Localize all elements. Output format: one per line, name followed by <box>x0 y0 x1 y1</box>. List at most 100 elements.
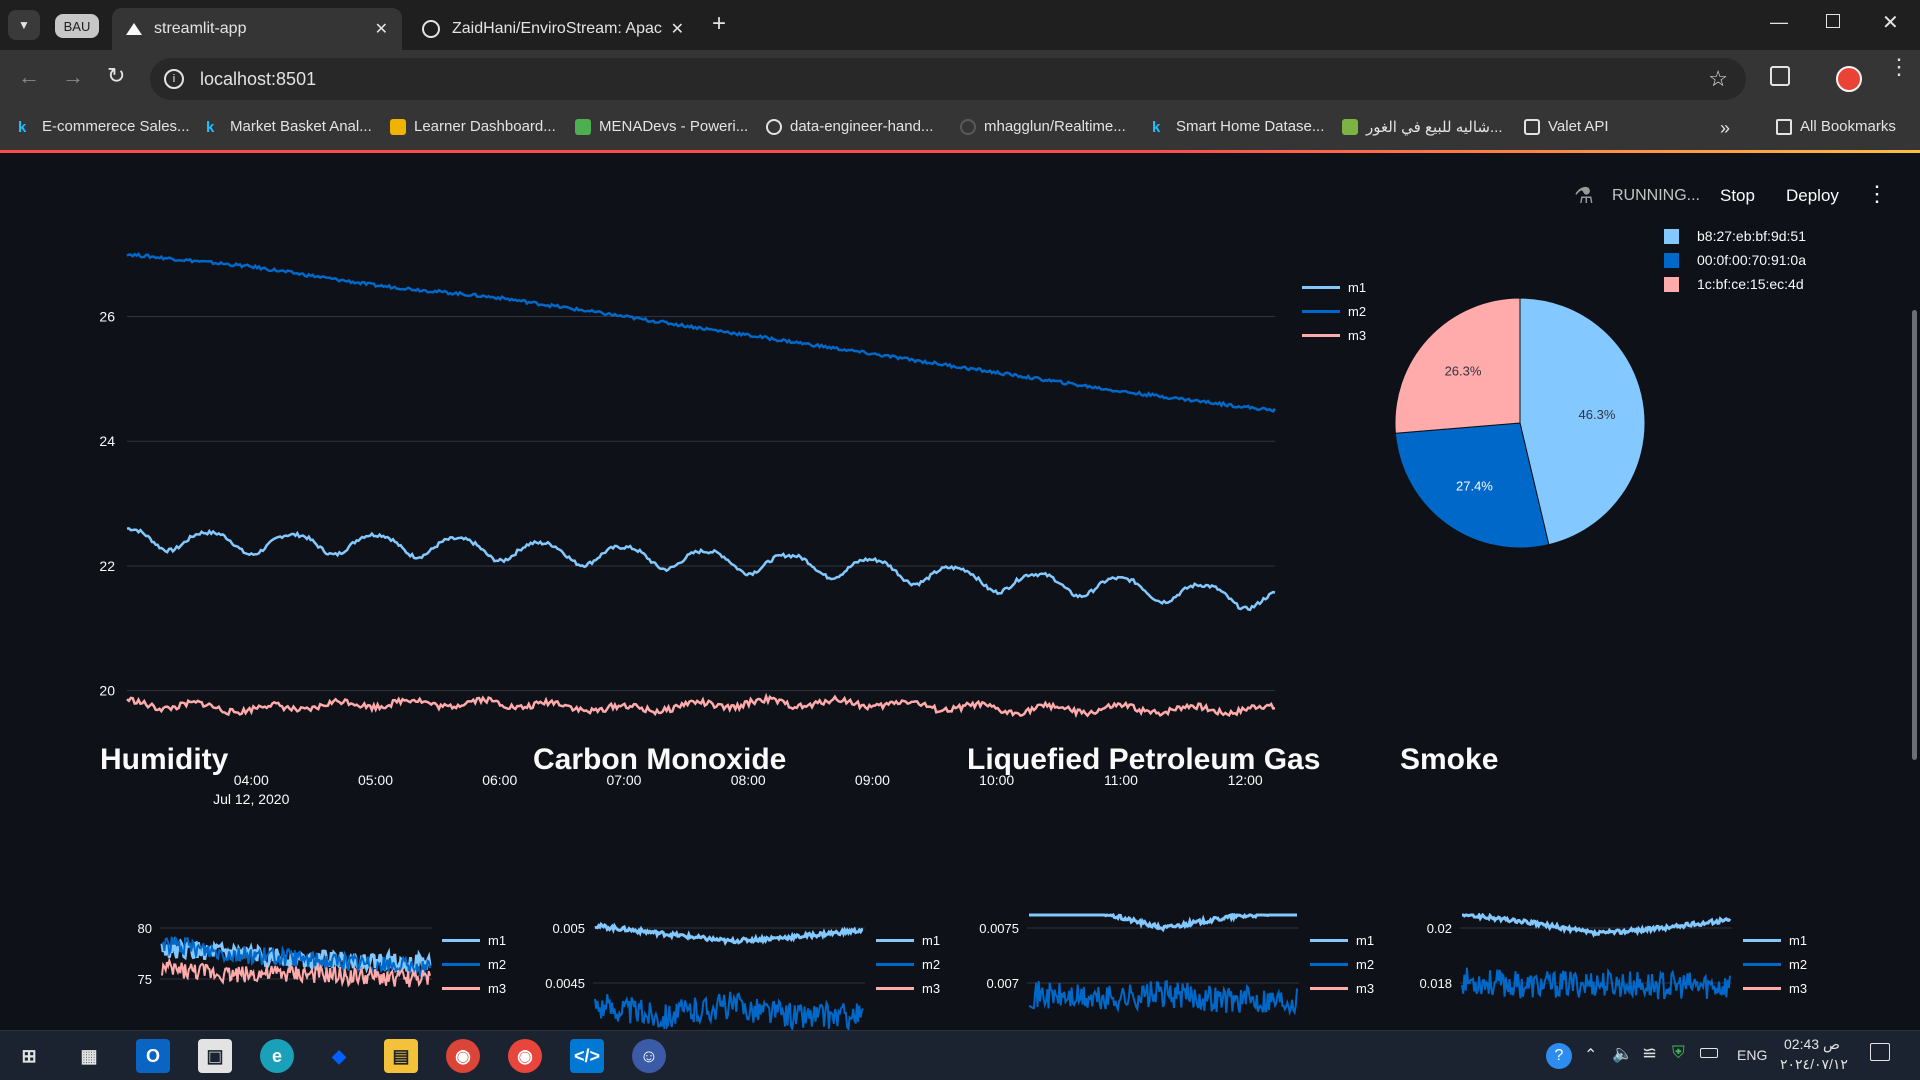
carbon-monoxide-legend: m1 m2 m3 <box>876 928 940 1000</box>
all-bookmarks-button[interactable]: All Bookmarks <box>1776 118 1896 135</box>
legend-swatch <box>1302 285 1340 289</box>
series-line-m2 <box>594 991 864 1030</box>
file-explorer-icon[interactable]: ▤ <box>384 1039 418 1073</box>
language-indicator[interactable]: ENG <box>1737 1047 1767 1063</box>
y-tick-label: 0.02 <box>1427 921 1452 936</box>
legend-m1[interactable]: m1 <box>876 928 940 952</box>
close-window-button[interactable]: ✕ <box>1882 10 1899 35</box>
edge-icon[interactable]: e <box>260 1039 294 1073</box>
smoke-chart: 0.02 0.018 <box>1419 913 1732 1000</box>
outlook-icon[interactable]: O <box>136 1039 170 1073</box>
bookmark-item[interactable]: Valet API <box>1524 118 1609 135</box>
x-tick-label: 05:00 <box>358 772 393 788</box>
device-pie-chart: 46.3% 27.4% 26.3% <box>1394 297 1646 549</box>
new-tab-button[interactable]: + <box>712 10 726 38</box>
app-icon[interactable]: ☺ <box>632 1039 666 1073</box>
bookmark-label: شاليه للبيع في الغور... <box>1366 119 1503 136</box>
legend-m2[interactable]: m2 <box>442 952 506 976</box>
security-icon[interactable]: ⛨ <box>1672 1043 1685 1063</box>
battery-icon[interactable] <box>1700 1048 1718 1058</box>
store-icon[interactable]: ▣ <box>198 1039 232 1073</box>
legend-m3[interactable]: m3 <box>442 976 506 1000</box>
more-bookmarks-icon[interactable]: » <box>1720 118 1730 139</box>
back-icon[interactable]: ← <box>18 64 40 90</box>
y-tick-label: 75 <box>138 972 152 987</box>
tab-github[interactable]: ZaidHani/EnviroStream: Apache ✕ <box>408 8 698 50</box>
kaggle-icon: k <box>206 118 215 136</box>
extensions-icon[interactable] <box>1770 66 1790 86</box>
bookmark-item[interactable]: k E-commerece Sales... <box>18 118 190 136</box>
minimize-button[interactable]: — <box>1770 12 1788 33</box>
legend-m3[interactable]: m3 <box>1310 976 1374 1000</box>
legend-m2[interactable]: m2 <box>1310 952 1374 976</box>
legend-label: m2 <box>922 956 941 972</box>
notifications-icon[interactable] <box>1870 1043 1890 1061</box>
legend-m1[interactable]: m1 <box>442 928 506 952</box>
pie-legend-item[interactable]: 1c:bf:ce:15:ec:4d <box>1664 272 1806 296</box>
bookmark-item[interactable]: data-engineer-hand... <box>766 118 933 135</box>
main-menu-icon[interactable]: ⋮ <box>1866 181 1888 207</box>
dropbox-icon[interactable]: ◆ <box>322 1039 356 1073</box>
vscode-icon[interactable]: </> <box>570 1039 604 1073</box>
legend-m3[interactable]: m3 <box>1302 323 1366 347</box>
profile-badge[interactable]: BAU <box>55 14 99 38</box>
windows-start-icon[interactable]: ⊞ <box>12 1039 46 1073</box>
address-bar[interactable]: i localhost:8501 ☆ <box>150 58 1746 100</box>
series-line-m1 <box>1462 913 1732 938</box>
legend-m3[interactable]: m3 <box>1743 976 1807 1000</box>
restore-button[interactable] <box>1826 14 1840 28</box>
forward-icon[interactable]: → <box>62 64 84 90</box>
reload-icon[interactable]: ↻ <box>107 63 125 89</box>
bookmark-item[interactable]: شاليه للبيع في الغور... <box>1342 118 1503 136</box>
legend-swatch <box>1310 962 1348 966</box>
valet-icon <box>1524 118 1540 135</box>
site-info-icon[interactable]: i <box>164 69 184 89</box>
legend-m3[interactable]: m3 <box>876 976 940 1000</box>
legend-m2[interactable]: m2 <box>876 952 940 976</box>
series-line-m1 <box>1029 913 1297 933</box>
avatar[interactable] <box>1836 66 1862 92</box>
legend-m1[interactable]: m1 <box>1310 928 1374 952</box>
browser-menu-icon[interactable]: ⋮ <box>1888 56 1910 78</box>
legend-label: m3 <box>1348 327 1367 343</box>
task-view-icon[interactable]: ▦ <box>72 1039 106 1073</box>
bookmark-label: mhagglun/Realtime... <box>984 118 1126 135</box>
clock-date[interactable]: ٢٠٢٤/٠٧/١٢ <box>1780 1056 1848 1073</box>
close-tab-icon[interactable]: ✕ <box>671 19 684 39</box>
deploy-button[interactable]: Deploy <box>1786 186 1839 206</box>
wifi-icon[interactable]: ≌ <box>1642 1043 1657 1064</box>
tab-streamlit-app[interactable]: streamlit-app ✕ <box>112 8 402 50</box>
pie-legend-item[interactable]: 00:0f:00:70:91:0a <box>1664 248 1806 272</box>
clock-time[interactable]: 02:43 ص <box>1784 1036 1840 1053</box>
tray-chevron-icon[interactable]: ⌃ <box>1584 1045 1597 1065</box>
address-text[interactable]: localhost:8501 <box>200 69 316 90</box>
legend-m2[interactable]: m2 <box>1743 952 1807 976</box>
y-tick-label: 0.0045 <box>545 976 585 991</box>
legend-label: m1 <box>1356 932 1375 948</box>
bookmark-item[interactable]: mhagglun/Realtime... <box>960 118 1126 135</box>
legend-swatch <box>1310 986 1348 990</box>
bookmark-star-icon[interactable]: ☆ <box>1708 66 1728 92</box>
bookmark-item[interactable]: k Market Basket Anal... <box>206 118 372 136</box>
legend-swatch <box>1664 228 1679 244</box>
bookmark-item[interactable]: MENADevs - Poweri... <box>575 118 748 135</box>
chrome-icon[interactable]: ◉ <box>508 1039 542 1073</box>
tab-search-button[interactable]: ▼ <box>8 10 40 40</box>
legend-m1[interactable]: m1 <box>1302 275 1366 299</box>
y-tick-label: 26 <box>99 309 115 325</box>
legend-m2[interactable]: m2 <box>1302 299 1366 323</box>
chrome-profile-icon[interactable]: ◉ <box>446 1039 480 1073</box>
bookmark-item[interactable]: k Smart Home Datase... <box>1152 118 1324 136</box>
help-icon[interactable]: ? <box>1546 1043 1572 1069</box>
legend-swatch <box>1743 938 1781 942</box>
y-tick-label: 22 <box>99 558 115 574</box>
bookmark-item[interactable]: Learner Dashboard... <box>390 118 556 135</box>
page-scrollbar[interactable] <box>1912 310 1917 760</box>
legend-label: m2 <box>1356 956 1375 972</box>
close-tab-icon[interactable]: ✕ <box>375 19 388 39</box>
pie-legend-item[interactable]: b8:27:eb:bf:9d:51 <box>1664 224 1806 248</box>
stop-button[interactable]: Stop <box>1720 186 1755 206</box>
legend-m1[interactable]: m1 <box>1743 928 1807 952</box>
volume-icon[interactable]: 🔈 <box>1612 1044 1633 1064</box>
github-icon <box>960 118 976 135</box>
